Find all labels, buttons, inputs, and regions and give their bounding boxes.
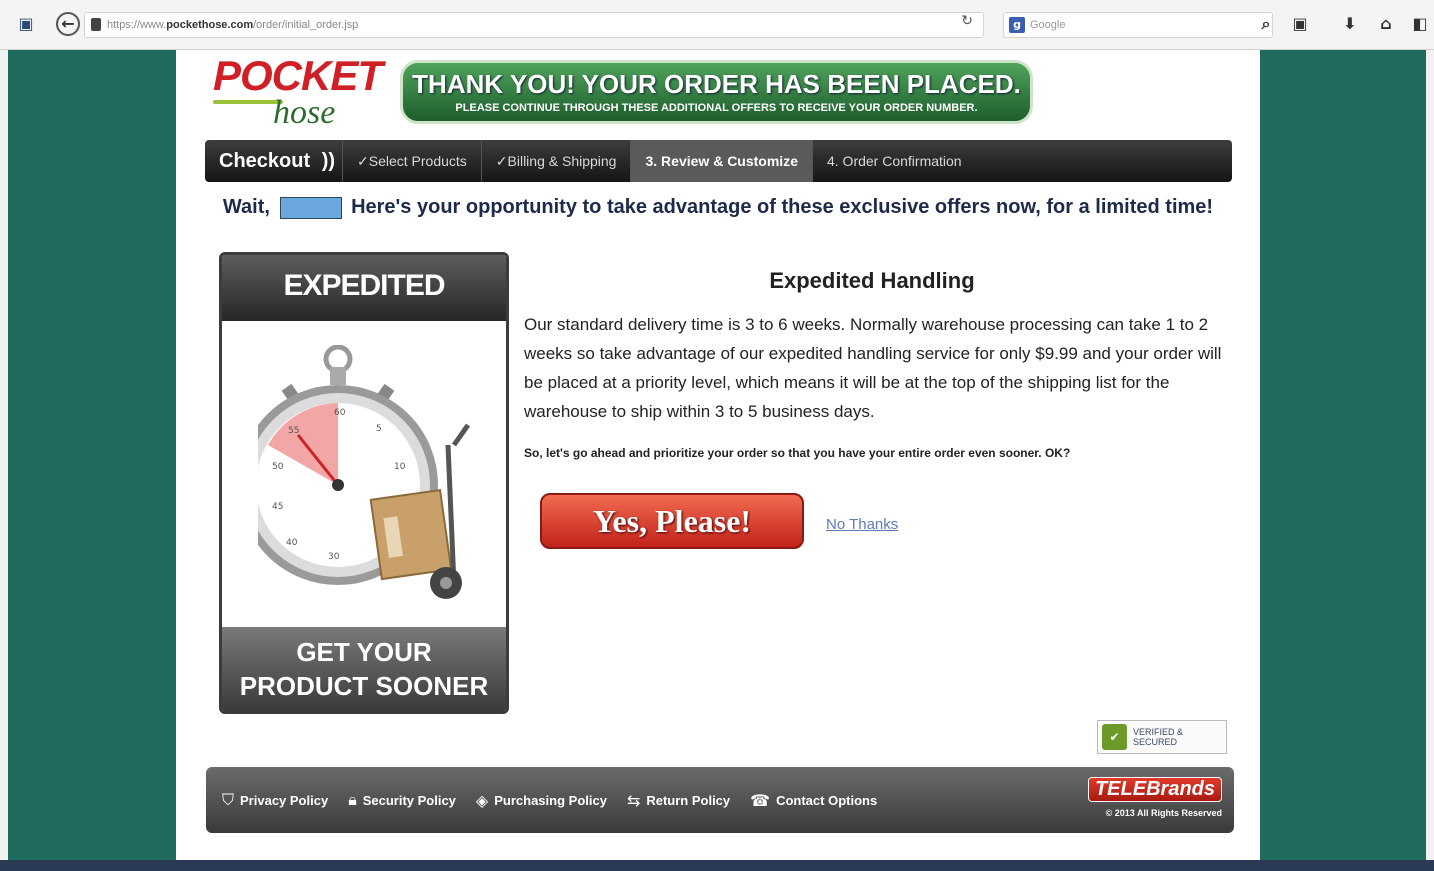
google-icon: g (1009, 17, 1025, 33)
svg-text:45: 45 (272, 502, 283, 512)
return-policy-label: Return Policy (646, 792, 731, 808)
shield-icon: ⛉ (222, 790, 235, 809)
contact-options-link[interactable]: ☎ Contact Options (750, 791, 877, 810)
url-domain: pockethose.com (166, 19, 254, 31)
logo-hose-text: hose (273, 94, 336, 131)
lock-icon (91, 18, 101, 31)
url-path: /order/initial_order.jsp (253, 19, 359, 31)
search-placeholder: Google (1030, 19, 1066, 31)
checkout-arrows: )) (321, 149, 336, 172)
extension-icon[interactable]: ◧ (1410, 14, 1430, 34)
phone-icon: ☎ (750, 790, 771, 810)
lock-icon: 🔒︎ (348, 790, 357, 809)
logo-pocket-text: POCKET (213, 52, 383, 99)
svg-text:50: 50 (272, 462, 284, 472)
banner-title: THANK YOU! YOUR ORDER HAS BEEN PLACED. (412, 69, 1021, 99)
search-icon[interactable]: ⌕ (1256, 14, 1276, 34)
svg-text:40: 40 (286, 538, 298, 548)
os-taskbar (0, 860, 1434, 871)
right-background (1260, 50, 1426, 860)
purchasing-policy-link[interactable]: ◈ Purchasing Policy (476, 791, 607, 810)
contact-options-label: Contact Options (776, 792, 878, 808)
yes-please-button[interactable]: Yes, Please! (540, 493, 804, 549)
card-top-text: EXPEDITED HANDLING (222, 255, 506, 364)
step-order-confirmation: 4. Order Confirmation (811, 140, 976, 182)
step-select-products[interactable]: ✓Select Products (342, 140, 481, 182)
feed-icon[interactable]: ▣ (16, 14, 36, 34)
address-bar[interactable]: https://www.pockethose.com/order/initial… (84, 12, 984, 38)
card-bottom-line2: PRODUCT SOONER (239, 671, 489, 701)
banner-subtitle: PLEASE CONTINUE THROUGH THESE ADDITIONAL… (455, 102, 978, 114)
return-policy-link[interactable]: ⇆ Return Policy (627, 791, 730, 810)
return-icon: ⇆ (626, 790, 641, 810)
svg-text:5: 5 (376, 424, 382, 434)
copyright-text: © 2013 All Rights Reserved (1105, 808, 1222, 818)
prompt-text: Here's your opportunity to take advantag… (351, 196, 1214, 218)
brand-name: Brands (1146, 778, 1215, 800)
reload-icon[interactable]: ↻ (961, 13, 973, 29)
back-icon[interactable]: ← (56, 12, 80, 36)
purchasing-policy-label: Purchasing Policy (494, 792, 607, 808)
checkout-heading: Checkout )) (205, 150, 342, 173)
prompt-lead: Wait, (222, 196, 270, 218)
offer-question: So, let's go ahead and prioritize your o… (524, 446, 1071, 460)
offer-prompt: Wait, Here's your opportunity to take ad… (176, 196, 1260, 219)
telebrands-logo[interactable]: TELEBrands © 2013 All Rights Reserved (1087, 777, 1222, 818)
left-edge (0, 50, 8, 860)
stopwatch-icon: 60 5 10 55 50 45 40 30 (258, 345, 470, 599)
right-edge (1426, 50, 1434, 860)
expedited-handling-image: EXPEDITED HANDLING 60 5 10 55 50 45 40 30 GET… (219, 252, 509, 714)
svg-text:55: 55 (288, 426, 299, 436)
card-bottom-line1: GET YOUR (296, 637, 432, 667)
no-thanks-link[interactable]: No Thanks (826, 516, 898, 533)
offer-description: Our standard delivery time is 3 to 6 wee… (524, 315, 1222, 421)
search-input[interactable]: g Google (1003, 12, 1273, 38)
redacted-name (279, 196, 342, 219)
svg-text:30: 30 (328, 552, 340, 562)
footer-bar: ⛉ Privacy Policy 🔒︎ Security Policy ◈ Pu… (206, 767, 1234, 833)
tag-icon: ◈ (475, 790, 489, 810)
step-billing-shipping[interactable]: ✓Billing & Shipping (480, 140, 631, 182)
seal-shield-icon: ✔ (1102, 724, 1128, 750)
brand-tele: TELE (1094, 778, 1147, 800)
card-bottom-text: GET YOUR PRODUCT SOONER (222, 627, 506, 711)
browser-toolbar: ▣ ← https://www.pockethose.com/order/ini… (0, 0, 1434, 50)
svg-text:60: 60 (334, 408, 346, 418)
telebrands-brand: TELEBrands (1087, 777, 1222, 802)
privacy-policy-label: Privacy Policy (240, 792, 329, 808)
download-icon[interactable]: ⬇ (1340, 14, 1360, 34)
thank-you-banner: THANK YOU! YOUR ORDER HAS BEEN PLACED. P… (400, 60, 1033, 124)
pockethose-logo[interactable]: POCKET hose (213, 48, 383, 133)
bookmarks-icon[interactable]: ▣ (1290, 14, 1310, 34)
svg-text:10: 10 (394, 462, 406, 472)
security-policy-label: Security Policy (362, 792, 456, 808)
security-seal[interactable]: ✔ VERIFIED & SECURED (1097, 720, 1227, 754)
security-policy-link[interactable]: 🔒︎ Security Policy (348, 790, 456, 810)
seal-text: VERIFIED & SECURED (1133, 727, 1184, 747)
privacy-policy-link[interactable]: ⛉ Privacy Policy (222, 790, 328, 810)
left-background (8, 50, 176, 860)
step-review-customize[interactable]: 3. Review & Customize (630, 140, 812, 182)
offer-title: Expedited Handling (769, 268, 975, 293)
checkout-label: Checkout (219, 149, 311, 172)
home-icon[interactable]: ⌂ (1376, 14, 1396, 34)
url-prefix: https://www. (107, 19, 167, 31)
checkout-steps-nav: Checkout )) ✓Select Products ✓Billing & … (205, 140, 1232, 182)
